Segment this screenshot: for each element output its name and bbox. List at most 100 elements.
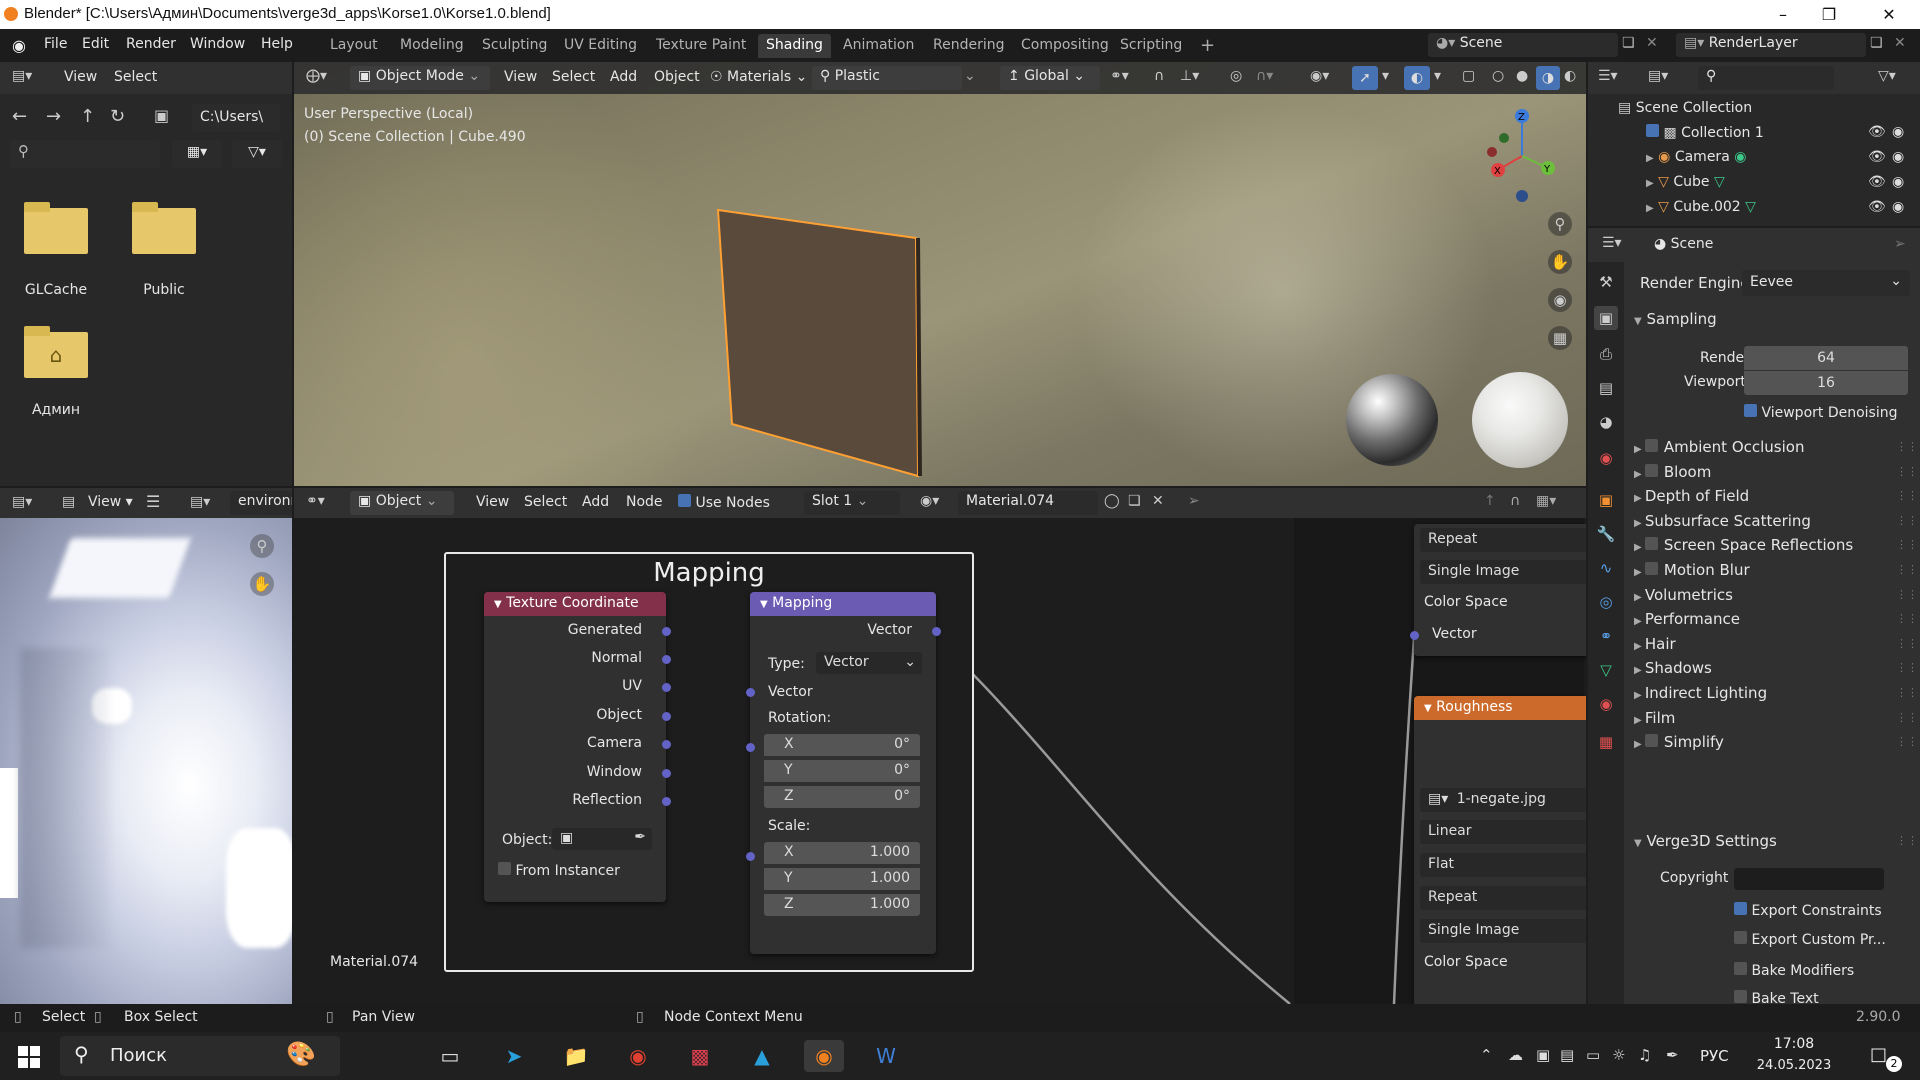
socket-vector-in[interactable] [1410, 631, 1419, 640]
pan-hand-icon[interactable]: ✋ [250, 572, 274, 596]
tab-shading[interactable]: Shading [758, 34, 831, 58]
drag-handle-icon[interactable]: ⋮⋮ [1896, 612, 1918, 625]
windows-start-icon[interactable] [18, 1046, 40, 1068]
volume-icon[interactable]: ♫ [1638, 1046, 1651, 1064]
tab-scripting[interactable]: Scripting [1112, 34, 1190, 58]
drag-handle-icon[interactable]: ⋮⋮ [1896, 538, 1918, 551]
pan-hand-icon[interactable]: ✋ [1548, 250, 1572, 274]
scene-selector[interactable]: ◕▾ Scene [1428, 33, 1618, 57]
extension-field[interactable]: Repeat [1420, 528, 1586, 552]
editor-type-icon[interactable]: ▤▾ [12, 68, 32, 84]
menu-view[interactable]: View ▾ [88, 494, 133, 510]
panel-verge3d[interactable]: ▼ Verge3D Settings [1634, 832, 1777, 850]
delete-scene-icon[interactable]: ✕ [1646, 35, 1658, 51]
drag-handle-icon[interactable]: ⋮⋮ [1896, 489, 1918, 502]
physics-tab-icon[interactable]: ◎ [1594, 590, 1618, 614]
rotation-x-field[interactable]: X 0° [764, 734, 920, 756]
blender-taskbar-icon[interactable]: ◉ [804, 1040, 844, 1072]
language-indicator[interactable]: РУС [1700, 1047, 1729, 1065]
panel-sampling[interactable]: ▼ Sampling [1634, 310, 1717, 328]
viewport-samples-field[interactable]: 16 [1744, 371, 1908, 395]
drag-handle-icon[interactable]: ⋮⋮ [1896, 465, 1918, 478]
outliner-row[interactable]: ▶ ◉ Camera ◉ [1646, 149, 1746, 165]
socket-object[interactable] [662, 712, 671, 721]
file-search-input[interactable]: ⚲ [10, 140, 160, 168]
eye-icon[interactable]: 👁 [1868, 124, 1886, 140]
checkbox-icon[interactable] [1644, 537, 1658, 551]
render-tab-icon[interactable]: ▣ [1594, 306, 1618, 330]
scale-y-field[interactable]: Y 1.000 [764, 868, 920, 890]
notification-icon[interactable]: □ [1870, 1044, 1887, 1065]
drag-handle-icon[interactable]: ⋮⋮ [1896, 661, 1918, 674]
node-header[interactable]: ▼ Roughness [1414, 696, 1586, 720]
home-folder-icon[interactable]: ⌂ [24, 332, 88, 378]
panel-shadows[interactable]: ▶ Shadows [1634, 659, 1712, 677]
panel-film[interactable]: ▶ Film [1634, 709, 1675, 727]
rotation-y-field[interactable]: Y 0° [764, 760, 920, 782]
pin-icon[interactable]: ➢ [1894, 236, 1906, 252]
copy-scene-icon[interactable]: ❏ [1622, 35, 1635, 51]
data-tab-icon[interactable]: ▽ [1594, 658, 1618, 682]
menu-render[interactable]: Render [126, 36, 176, 52]
back-arrow-icon[interactable]: ← [12, 106, 27, 127]
render-samples-field[interactable]: 64 [1744, 346, 1908, 370]
panel-volumetrics[interactable]: ▶ Volumetrics [1634, 586, 1733, 604]
tab-layout[interactable]: Layout [322, 34, 386, 58]
drag-handle-icon[interactable]: ⋮⋮ [1896, 588, 1918, 601]
editor-type-icon[interactable]: ☰▾ [1602, 235, 1622, 251]
mapping-node[interactable]: ▼ Mapping Vector Type: Vector ⌄ Vector R… [746, 592, 941, 954]
projection-field[interactable]: Single Image [1420, 560, 1586, 584]
node-header[interactable]: ▼ Mapping [750, 592, 936, 616]
taskbar-search[interactable]: ⚲ Поиск 🎨 [60, 1036, 340, 1076]
projection-field[interactable]: Flat [1420, 853, 1586, 877]
expand-icon[interactable]: ▶ [1646, 203, 1654, 214]
viewport-denoising-checkbox[interactable]: Viewport Denoising [1744, 404, 1898, 421]
3d-viewport[interactable]: ⨁▾ ▣ Object Mode ⌄ View Select Add Objec… [294, 62, 1586, 486]
scene-tab-icon[interactable]: ◕ [1594, 410, 1618, 434]
drag-handle-icon[interactable]: ⋮⋮ [1896, 834, 1918, 847]
panel-ambient-occlusion[interactable]: ▶ Ambient Occlusion [1634, 438, 1804, 456]
copyright-input[interactable] [1734, 868, 1884, 890]
zoom-icon[interactable]: ⚲ [1548, 212, 1572, 236]
close-icon[interactable]: ✕ [1866, 2, 1912, 28]
tab-compositing[interactable]: Compositing [1013, 34, 1117, 58]
filter-icon[interactable]: ▽▾ [1878, 68, 1896, 84]
panel-screen-space-reflections[interactable]: ▶ Screen Space Reflections [1634, 536, 1853, 554]
chrome-icon[interactable]: ◉ [618, 1040, 658, 1072]
view-layer-tab-icon[interactable]: ▤ [1594, 376, 1618, 400]
output-tab-icon[interactable]: ⎙ [1594, 342, 1618, 366]
export-constraints-checkbox[interactable]: Export Constraints [1734, 902, 1882, 919]
battery-icon[interactable]: ▭ [1586, 1046, 1600, 1064]
bake-text-checkbox[interactable]: Bake Text [1734, 990, 1819, 1004]
socket-reflection[interactable] [662, 797, 671, 806]
image-datablock-field[interactable]: ▤▾ 1-negate.jpg [1420, 788, 1586, 812]
render-engine-dropdown[interactable]: Eevee ⌄ [1742, 270, 1910, 296]
rotation-z-field[interactable]: Z 0° [764, 786, 920, 808]
folder-icon[interactable] [24, 208, 88, 254]
tray-app-icon[interactable]: ▣ [1536, 1046, 1550, 1064]
node-editor[interactable]: ⚭▾ ▣ Object ⌄ View Select Add Node Use N… [294, 488, 1586, 1004]
tool-tab-icon[interactable]: ⚒ [1594, 270, 1618, 294]
export-custom-props-checkbox[interactable]: Export Custom Pr... [1734, 931, 1886, 948]
drag-handle-icon[interactable]: ⋮⋮ [1896, 735, 1918, 748]
roughness-node[interactable]: ▼ Roughness ▤▾ 1-negate.jpg Linear Flat … [1414, 696, 1586, 1004]
panel-performance[interactable]: ▶ Performance [1634, 610, 1740, 628]
drag-handle-icon[interactable]: ⋮⋮ [1896, 686, 1918, 699]
tab-texture-paint[interactable]: Texture Paint [648, 34, 754, 58]
menu-view[interactable]: View [64, 69, 97, 85]
bake-modifiers-checkbox[interactable]: Bake Modifiers [1734, 962, 1854, 979]
interpolation-field[interactable]: Linear [1420, 820, 1586, 844]
socket-scale[interactable] [746, 852, 755, 861]
app-icon[interactable]: ▩ [680, 1040, 720, 1072]
texture-coordinate-node[interactable]: ▼ Texture Coordinate Generated Normal UV… [484, 592, 671, 902]
forward-arrow-icon[interactable]: → [46, 106, 61, 127]
drag-handle-icon[interactable]: ⋮⋮ [1896, 637, 1918, 650]
telegram-icon[interactable]: ➤ [494, 1040, 534, 1072]
tab-animation[interactable]: Animation [835, 34, 922, 58]
modifier-tab-icon[interactable]: 🔧 [1594, 522, 1618, 546]
tray-app-icon[interactable]: ▤ [1560, 1046, 1574, 1064]
image-browse-icon[interactable]: ▤▾ [190, 494, 210, 510]
texture-tab-icon[interactable]: ▦ [1594, 730, 1618, 754]
clock-date[interactable]: 24.05.2023 [1746, 1058, 1842, 1073]
display-mode-icon[interactable]: ▤▾ [1648, 68, 1668, 84]
